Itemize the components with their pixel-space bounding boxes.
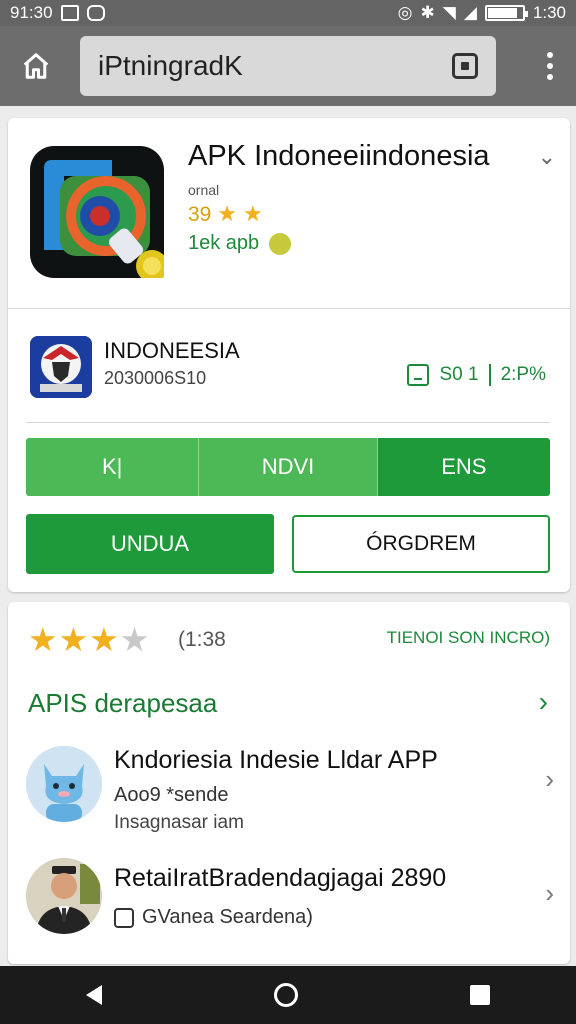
cat-avatar-icon [26,746,102,822]
developer-id: 2030006S10 [104,368,207,388]
shield-emblem-icon [30,336,92,398]
home-button[interactable] [12,42,60,90]
system-nav-bar [0,966,576,1024]
back-icon[interactable] [86,985,102,1005]
chevron-right-icon[interactable]: › [539,686,548,718]
notification-icon [60,5,79,21]
list-item-subtitle: GVanea Seardena) [114,906,313,929]
wifi-icon: ◥ [442,3,456,22]
divider [26,422,550,423]
app-subtitle: ornal [188,182,220,198]
battery-icon [484,5,528,21]
secondary-button[interactable]: ÓRGDREM [292,515,550,573]
vibrate-icon: ◎ [397,3,413,22]
status-time-right: 1:30 [532,3,566,22]
overflow-menu-icon[interactable] [536,42,564,90]
url-bar[interactable]: iPtningradK [80,36,496,96]
badge-icon [269,232,292,255]
star-icon: ★ ★ [217,201,263,226]
divider [8,308,570,309]
tab-ndvi[interactable]: NDVI [199,438,378,496]
recent-apps-icon[interactable] [470,985,490,1005]
developer-meta-left: S0 1 [439,364,479,385]
status-bar: 91:30 ◎ ✱ ◥ ◢ 1:30 [0,0,576,26]
list-item-subtitle-text: GVanea Seardena) [142,906,313,928]
developer-meta: S0 1 2:P% [407,364,546,386]
tab-ens[interactable]: ENS [377,438,550,496]
tab-bar: K| NDVI ENS [26,438,550,496]
ratings-link[interactable]: TIENOI SON INCRO) [387,628,550,648]
app-logo-icon [44,160,168,282]
avatar [26,858,102,934]
app-notification-icon [86,5,105,21]
list-item-title: Kndoriesia Indesie Lldar APP [114,746,438,774]
app-icon[interactable] [30,146,168,282]
tab-k[interactable]: K| [26,438,200,496]
separator [488,364,491,386]
url-text: iPtningradK [98,50,243,81]
avatar [26,746,102,822]
status-time-left: 91:30 [10,3,53,22]
calendar-icon [407,364,430,386]
chevron-down-icon[interactable]: ⌄ [538,144,556,170]
rating-count: (1:38 [178,628,226,651]
chevron-right-icon: › [545,878,554,908]
star-icon: ★★★ [28,621,120,658]
details-card: ★★★★ (1:38 TIENOI SON INCRO) APIS derape… [8,602,570,964]
developer-logo[interactable] [30,336,92,398]
list-item-title: RetaiIratBradendagjagai 2890 [114,864,447,892]
developer-name: INDONEESIA [104,338,240,363]
signal-icon: ◢ [463,3,477,22]
rating-stars: ★★★★ [28,620,150,659]
bluetooth-icon: ✱ [420,3,435,22]
home-circle-icon[interactable] [274,983,298,1007]
chevron-right-icon: › [545,764,554,794]
app-rating: 39 ★ ★ [188,201,263,227]
download-button[interactable]: UNDUA [26,514,274,574]
app-size-text: 1ek apb [188,232,260,254]
list-item[interactable]: Kndoriesia Indesie Lldar APP Aoo9 *sende… [8,736,570,846]
half-star-icon: ★ [119,621,151,658]
browser-toolbar: iPtningradK [0,26,576,106]
app-rating-value: 39 [188,203,212,226]
app-card: APK Indoneeiindonesia ⌄ ornal 39 ★ ★ 1ek… [8,118,570,592]
tab-switcher-icon[interactable] [452,53,478,79]
list-item-subtitle: Aoo9 *sende [114,784,229,806]
section-title[interactable]: APIS derapesaa [28,688,217,719]
list-item[interactable]: RetaiIratBradendagjagai 2890 GVanea Sear… [8,856,570,964]
home-icon [23,53,49,79]
person-avatar-icon [26,858,102,934]
developer-meta-right: 2:P% [500,364,546,385]
app-size: 1ek apb [188,232,292,255]
instagram-icon [114,907,134,928]
app-title: APK Indoneeiindonesia [188,140,490,172]
list-item-detail: Insagnasar iam [114,812,244,833]
